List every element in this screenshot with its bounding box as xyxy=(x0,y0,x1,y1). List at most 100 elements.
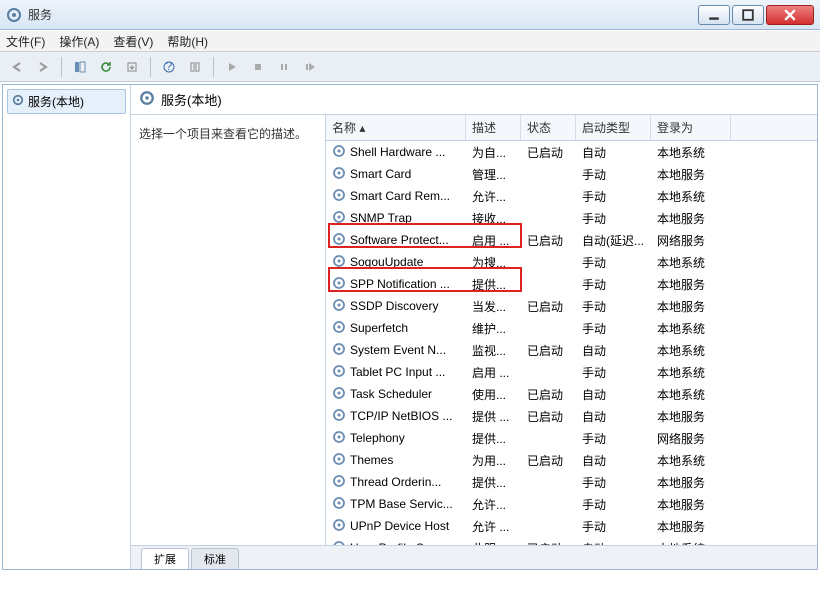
service-row[interactable]: SSDP Discovery当发...已启动手动本地服务 xyxy=(326,295,817,317)
export-list-button[interactable] xyxy=(121,56,143,78)
service-name: TPM Base Servic... xyxy=(350,497,453,511)
service-row[interactable]: SPP Notification ... 提供... 手动本地服务 xyxy=(326,273,817,295)
menu-help[interactable]: 帮助(H) xyxy=(167,33,208,50)
service-name-cell: UPnP Device Host xyxy=(326,516,466,537)
service-logon-cell: 本地服务 xyxy=(651,494,731,515)
stop-service-button[interactable] xyxy=(247,56,269,78)
service-name-cell: SNMP Trap xyxy=(326,208,466,229)
service-icon xyxy=(332,254,346,271)
start-service-button[interactable] xyxy=(221,56,243,78)
service-row[interactable]: SNMP Trap 接收... 手动本地服务 xyxy=(326,207,817,229)
service-icon xyxy=(332,166,346,183)
service-status-cell xyxy=(521,480,576,484)
service-name-cell: SPP Notification ... xyxy=(326,274,466,295)
service-icon xyxy=(332,232,346,249)
service-icon xyxy=(332,364,346,381)
close-button[interactable] xyxy=(766,5,814,25)
service-row[interactable]: Tablet PC Input ...启用 ...手动本地系统 xyxy=(326,361,817,383)
column-startup-type[interactable]: 启动类型 xyxy=(576,115,651,140)
service-status-cell: 已启动 xyxy=(521,450,576,471)
service-row[interactable]: Telephony提供...手动网络服务 xyxy=(326,427,817,449)
service-row[interactable]: TPM Base Servic...允许...手动本地服务 xyxy=(326,493,817,515)
menubar: 文件(F) 操作(A) 查看(V) 帮助(H) xyxy=(0,30,820,52)
service-row[interactable]: Superfetch维护...手动本地系统 xyxy=(326,317,817,339)
service-startup-cell: 自动 xyxy=(576,340,651,361)
details-pane: 服务(本地) 选择一个项目来查看它的描述。 名称 ▴ 描述 状态 启动类型 登录… xyxy=(131,85,817,569)
services-list-pane[interactable]: 名称 ▴ 描述 状态 启动类型 登录为 Shell Hardware ...为自… xyxy=(326,115,817,545)
service-row[interactable]: Themes为用...已启动自动本地系统 xyxy=(326,449,817,471)
service-row[interactable]: TCP/IP NetBIOS ...提供 ...已启动自动本地服务 xyxy=(326,405,817,427)
service-startup-cell: 自动 xyxy=(576,450,651,471)
service-logon-cell: 本地服务 xyxy=(651,274,731,295)
help-button[interactable]: ? xyxy=(158,56,180,78)
service-desc-cell: 管理... xyxy=(466,164,521,185)
service-row[interactable]: Software Protect...启用 ...已启动自动(延迟...网络服务 xyxy=(326,229,817,251)
tree-root-label: 服务(本地) xyxy=(28,93,84,110)
service-logon-cell: 本地服务 xyxy=(651,296,731,317)
service-row[interactable]: Task Scheduler使用...已启动自动本地系统 xyxy=(326,383,817,405)
service-icon xyxy=(332,188,346,205)
tab-extended[interactable]: 扩展 xyxy=(141,548,189,569)
minimize-button[interactable] xyxy=(698,5,730,25)
refresh-button[interactable] xyxy=(95,56,117,78)
service-desc-cell: 接收... xyxy=(466,208,521,229)
tree-root-services-local[interactable]: 服务(本地) xyxy=(7,89,126,114)
column-name[interactable]: 名称 ▴ xyxy=(326,115,466,140)
service-name-cell: Telephony xyxy=(326,428,466,449)
service-status-cell xyxy=(521,216,576,220)
service-desc-cell: 提供... xyxy=(466,274,521,295)
service-desc-cell: 维护... xyxy=(466,318,521,339)
service-row[interactable]: Smart Card Rem...允许...手动本地系统 xyxy=(326,185,817,207)
menu-action[interactable]: 操作(A) xyxy=(59,33,99,50)
service-row[interactable]: User Profile Serv...此服...已启动自动本地系统 xyxy=(326,537,817,545)
nav-back-button[interactable] xyxy=(6,56,28,78)
service-name: Smart Card xyxy=(350,167,411,181)
column-status[interactable]: 状态 xyxy=(521,115,576,140)
window-title: 服务 xyxy=(28,6,698,23)
service-desc-cell: 使用... xyxy=(466,384,521,405)
maximize-button[interactable] xyxy=(732,5,764,25)
service-status-cell: 已启动 xyxy=(521,340,576,361)
menu-file[interactable]: 文件(F) xyxy=(6,33,45,50)
details-header: 服务(本地) xyxy=(131,85,817,115)
service-row[interactable]: Smart Card管理...手动本地服务 xyxy=(326,163,817,185)
service-name: SNMP Trap xyxy=(350,211,412,225)
pause-service-button[interactable] xyxy=(273,56,295,78)
properties-button[interactable] xyxy=(184,56,206,78)
service-startup-cell: 自动 xyxy=(576,538,651,546)
service-row[interactable]: System Event N...监视...已启动自动本地系统 xyxy=(326,339,817,361)
service-desc-cell: 为用... xyxy=(466,450,521,471)
service-status-cell xyxy=(521,194,576,198)
show-hide-tree-button[interactable] xyxy=(69,56,91,78)
service-startup-cell: 手动 xyxy=(576,318,651,339)
service-name-cell: SSDP Discovery xyxy=(326,296,466,317)
tab-standard[interactable]: 标准 xyxy=(191,548,239,569)
service-logon-cell: 本地服务 xyxy=(651,208,731,229)
service-desc-cell: 提供... xyxy=(466,472,521,493)
service-name-cell: Smart Card Rem... xyxy=(326,186,466,207)
service-row[interactable]: UPnP Device Host允许 ...手动本地服务 xyxy=(326,515,817,537)
window-controls xyxy=(698,5,814,25)
service-desc-cell: 允许... xyxy=(466,494,521,515)
restart-service-button[interactable] xyxy=(299,56,321,78)
service-name: User Profile Serv... xyxy=(350,541,450,545)
service-startup-cell: 手动 xyxy=(576,296,651,317)
service-name: UPnP Device Host xyxy=(350,519,449,533)
service-logon-cell: 本地系统 xyxy=(651,450,731,471)
service-name: SPP Notification ... xyxy=(350,277,450,291)
service-startup-cell: 自动(延迟... xyxy=(576,230,651,251)
column-logon-as[interactable]: 登录为 xyxy=(651,115,731,140)
service-startup-cell: 手动 xyxy=(576,274,651,295)
column-description[interactable]: 描述 xyxy=(466,115,521,140)
menu-view[interactable]: 查看(V) xyxy=(113,33,153,50)
nav-forward-button[interactable] xyxy=(32,56,54,78)
service-status-cell xyxy=(521,524,576,528)
service-logon-cell: 本地系统 xyxy=(651,142,731,163)
service-name-cell: System Event N... xyxy=(326,340,466,361)
service-startup-cell: 手动 xyxy=(576,362,651,383)
service-row[interactable]: SogouUpdate为搜...手动本地系统 xyxy=(326,251,817,273)
service-row[interactable]: Shell Hardware ...为自...已启动自动本地系统 xyxy=(326,141,817,163)
service-desc-cell: 为搜... xyxy=(466,252,521,273)
service-startup-cell: 手动 xyxy=(576,208,651,229)
service-row[interactable]: Thread Orderin...提供...手动本地服务 xyxy=(326,471,817,493)
